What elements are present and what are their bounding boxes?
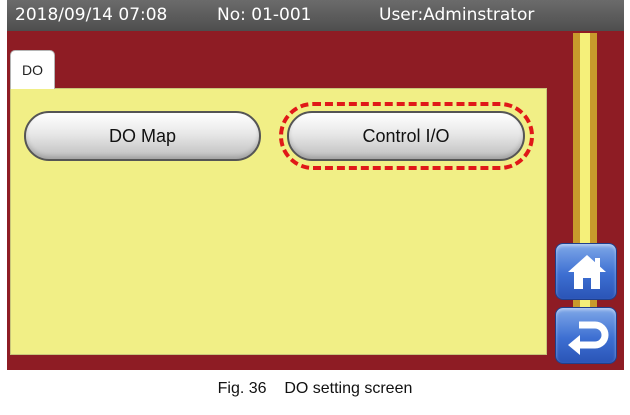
datetime-label: 2018/09/14 07:08 — [15, 5, 168, 25]
do-map-button[interactable]: DO Map — [24, 111, 261, 161]
tab-do[interactable]: DO — [10, 50, 55, 89]
side-rail-inner — [580, 33, 590, 353]
hmi-screen: 2018/09/14 07:08 No: 01-001 User:Adminst… — [7, 0, 624, 370]
back-button[interactable] — [555, 307, 617, 364]
home-button[interactable] — [555, 243, 617, 300]
number-label: No: 01-001 — [217, 5, 312, 25]
home-icon — [568, 255, 606, 289]
return-arrow-icon — [568, 321, 609, 355]
user-label: User:Adminstrator — [379, 5, 535, 25]
status-bar: 2018/09/14 07:08 No: 01-001 User:Adminst… — [7, 0, 624, 31]
figure-caption: Fig. 36 DO setting screen — [217, 380, 413, 397]
control-io-highlight — [279, 102, 534, 170]
